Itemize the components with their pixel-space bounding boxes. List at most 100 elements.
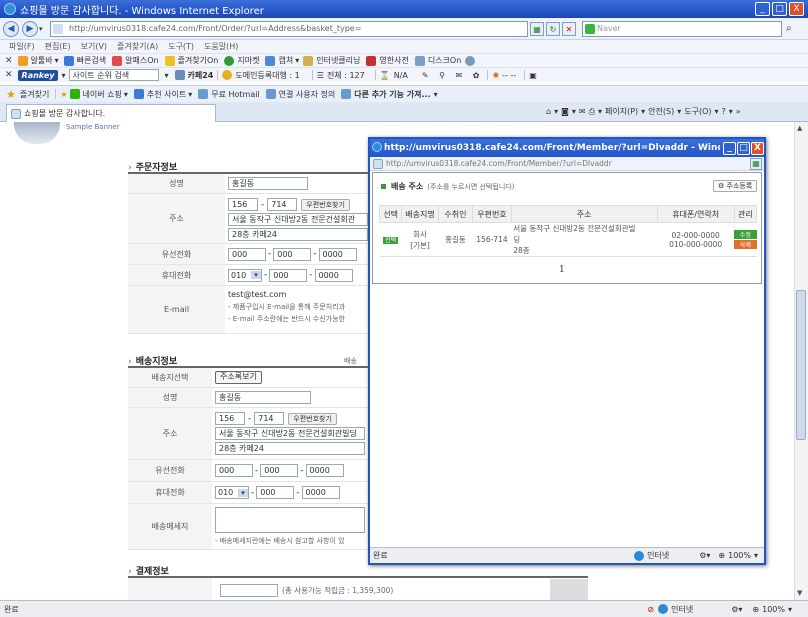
- shipping-phone3-input[interactable]: [305, 464, 344, 477]
- naver-shopping-link[interactable]: 네이버 쇼핑: [83, 89, 122, 100]
- popup-maximize-button[interactable]: □: [737, 141, 750, 155]
- alpass-button[interactable]: 알패스On: [125, 55, 158, 66]
- mail-icon[interactable]: ✉: [579, 107, 586, 116]
- close-button[interactable]: X: [789, 2, 804, 16]
- page-menu[interactable]: 페이지(P): [605, 106, 638, 117]
- tab-active[interactable]: 쇼핑몰 방문 감사합니다.: [6, 104, 216, 122]
- stop-icon[interactable]: ✕: [562, 22, 576, 36]
- dictionary-button[interactable]: 영한사전: [379, 55, 408, 66]
- help-icon[interactable]: ?: [722, 107, 726, 116]
- orderer-zip2-input[interactable]: [267, 198, 298, 211]
- popup-zoom[interactable]: 100%: [728, 551, 751, 560]
- orderer-mobile2-input[interactable]: [269, 268, 308, 282]
- shipping-mobile3-input[interactable]: [301, 486, 340, 499]
- popup-url[interactable]: http://umvirus0318.cafe24.com/Front/Memb…: [386, 159, 612, 168]
- protected-mode-icon[interactable]: ⚙▾: [731, 605, 742, 614]
- register-address-button[interactable]: ⚙ 주소등록: [713, 180, 758, 192]
- orderer-mobile3-input[interactable]: [314, 268, 353, 282]
- print-icon[interactable]: ⎙: [589, 107, 595, 117]
- select-address-button[interactable]: 선택: [383, 237, 399, 244]
- more-icon[interactable]: »: [736, 107, 741, 116]
- shipping-zip2-input[interactable]: [254, 412, 285, 425]
- search-icon[interactable]: ⌕: [786, 23, 792, 34]
- shipping-phone1-input[interactable]: [215, 464, 253, 477]
- scroll-up-icon[interactable]: ▲: [797, 124, 802, 132]
- minimize-button[interactable]: _: [755, 2, 770, 16]
- orderer-zip-search-button[interactable]: 우편번호찾기: [301, 198, 350, 211]
- disk-on-button[interactable]: 디스크On: [428, 55, 461, 66]
- shipping-message-textarea[interactable]: [215, 507, 365, 533]
- history-dropdown-icon[interactable]: ▾: [39, 25, 43, 33]
- orderer-address2-input[interactable]: [228, 228, 368, 241]
- search-input[interactable]: Naver: [582, 21, 782, 37]
- shipping-zip-search-button[interactable]: 우편번호찾기: [288, 412, 337, 425]
- forward-icon[interactable]: ▶: [22, 20, 38, 37]
- favorites-on-button[interactable]: 즐겨찾기On: [178, 55, 219, 66]
- shipping-zip1-input[interactable]: [215, 412, 245, 425]
- toolbar-close-icon[interactable]: ✕: [5, 56, 13, 66]
- compatibility-icon[interactable]: ▦: [530, 22, 544, 36]
- favorites-star-icon[interactable]: ★: [6, 88, 16, 101]
- hotmail-link[interactable]: 무료 Hotmail: [211, 89, 259, 100]
- address-input[interactable]: http://umvirus0318.cafe24.com/Front/Orde…: [50, 21, 528, 37]
- table-row[interactable]: 선택 회사 [기본] 홍길동 156-714 서울 동작구 신대방2동 전문건설회…: [379, 222, 757, 257]
- popup-minimize-button[interactable]: _: [723, 141, 736, 155]
- orderer-mobile-select[interactable]: 010 ▾: [228, 268, 262, 282]
- orderer-name-input[interactable]: [228, 177, 308, 190]
- capture-button[interactable]: 캡쳐: [278, 55, 293, 66]
- options-icon[interactable]: ▣: [529, 71, 537, 80]
- shipping-mobile2-input[interactable]: [256, 486, 295, 499]
- refresh-icon[interactable]: ↻: [546, 22, 560, 36]
- popup-protect-icon[interactable]: ⚙▾: [699, 551, 710, 560]
- tool-icons[interactable]: ✎ ⚲ ✉ ✿: [422, 71, 484, 80]
- recommend-sites-link[interactable]: 추천 사이트: [147, 89, 186, 100]
- back-icon[interactable]: ◀: [3, 20, 19, 37]
- menu-view[interactable]: 보기(V): [81, 41, 107, 52]
- safety-menu[interactable]: 안전(S): [648, 106, 674, 117]
- orderer-phone1-input[interactable]: [228, 247, 266, 261]
- pagination-page-1[interactable]: 1: [559, 265, 565, 275]
- address-cell[interactable]: 서울 동작구 신대방2동 전문건설회관빌 딩 28층: [511, 222, 658, 257]
- maximize-button[interactable]: □: [772, 2, 787, 16]
- orderer-zip1-input[interactable]: [228, 198, 258, 211]
- popup-zoom-icon[interactable]: ⊕: [718, 551, 725, 560]
- shipping-address2-input[interactable]: [215, 442, 365, 455]
- blocked-icon[interactable]: ⊘: [647, 605, 654, 614]
- settings-icon[interactable]: [465, 55, 476, 66]
- quick-search-button[interactable]: 빠른검색: [77, 55, 106, 66]
- tools-menu[interactable]: 도구(O): [684, 106, 711, 117]
- shipping-address1-input[interactable]: [215, 427, 365, 440]
- shipping-name-input[interactable]: [215, 391, 311, 404]
- popup-compat-icon[interactable]: ▦: [750, 157, 762, 170]
- zoom-level[interactable]: 100%: [762, 605, 785, 614]
- orderer-phone3-input[interactable]: [318, 247, 357, 261]
- scroll-down-icon[interactable]: ▼: [797, 589, 802, 597]
- orderer-email-value[interactable]: test@test.com: [228, 290, 345, 299]
- connect-users-link[interactable]: 연결 사용자 정의: [279, 89, 336, 100]
- favorites-button[interactable]: 즐겨찾기: [20, 89, 49, 100]
- shipping-mobile-select[interactable]: 010 ▾: [215, 486, 249, 499]
- home-icon[interactable]: ⌂: [546, 107, 551, 116]
- zoom-icon[interactable]: ⊕: [752, 605, 759, 614]
- more-addons-link[interactable]: 다른 추가 기능 가져...: [354, 89, 430, 100]
- orderer-address1-input[interactable]: [228, 213, 368, 226]
- shipping-phone2-input[interactable]: [260, 464, 299, 477]
- menu-edit[interactable]: 편집(E): [45, 41, 71, 52]
- menu-tools[interactable]: 도구(T): [168, 41, 194, 52]
- internet-cleaning-button[interactable]: 인터넷클리닝: [316, 55, 360, 66]
- rankey-search-input[interactable]: [68, 69, 159, 81]
- gmarket-button[interactable]: 지마켓: [237, 55, 259, 66]
- points-input[interactable]: [220, 583, 278, 597]
- address-book-button[interactable]: 주소록보기: [215, 371, 262, 384]
- menu-favorites[interactable]: 즐겨찾기(A): [117, 41, 158, 52]
- altool-button[interactable]: 알툴바: [31, 55, 53, 66]
- popup-close-button[interactable]: X: [751, 141, 764, 155]
- edit-address-button[interactable]: 수정: [734, 230, 757, 239]
- menu-file[interactable]: 파일(F): [9, 41, 35, 52]
- add-favorite-icon[interactable]: ★: [60, 90, 67, 99]
- delete-address-button[interactable]: 삭제: [734, 240, 757, 249]
- orderer-phone2-input[interactable]: [273, 247, 312, 261]
- feeds-icon[interactable]: ◙: [561, 107, 569, 116]
- menu-help[interactable]: 도움말(H): [204, 41, 238, 52]
- toolbar2-close-icon[interactable]: ✕: [5, 70, 13, 80]
